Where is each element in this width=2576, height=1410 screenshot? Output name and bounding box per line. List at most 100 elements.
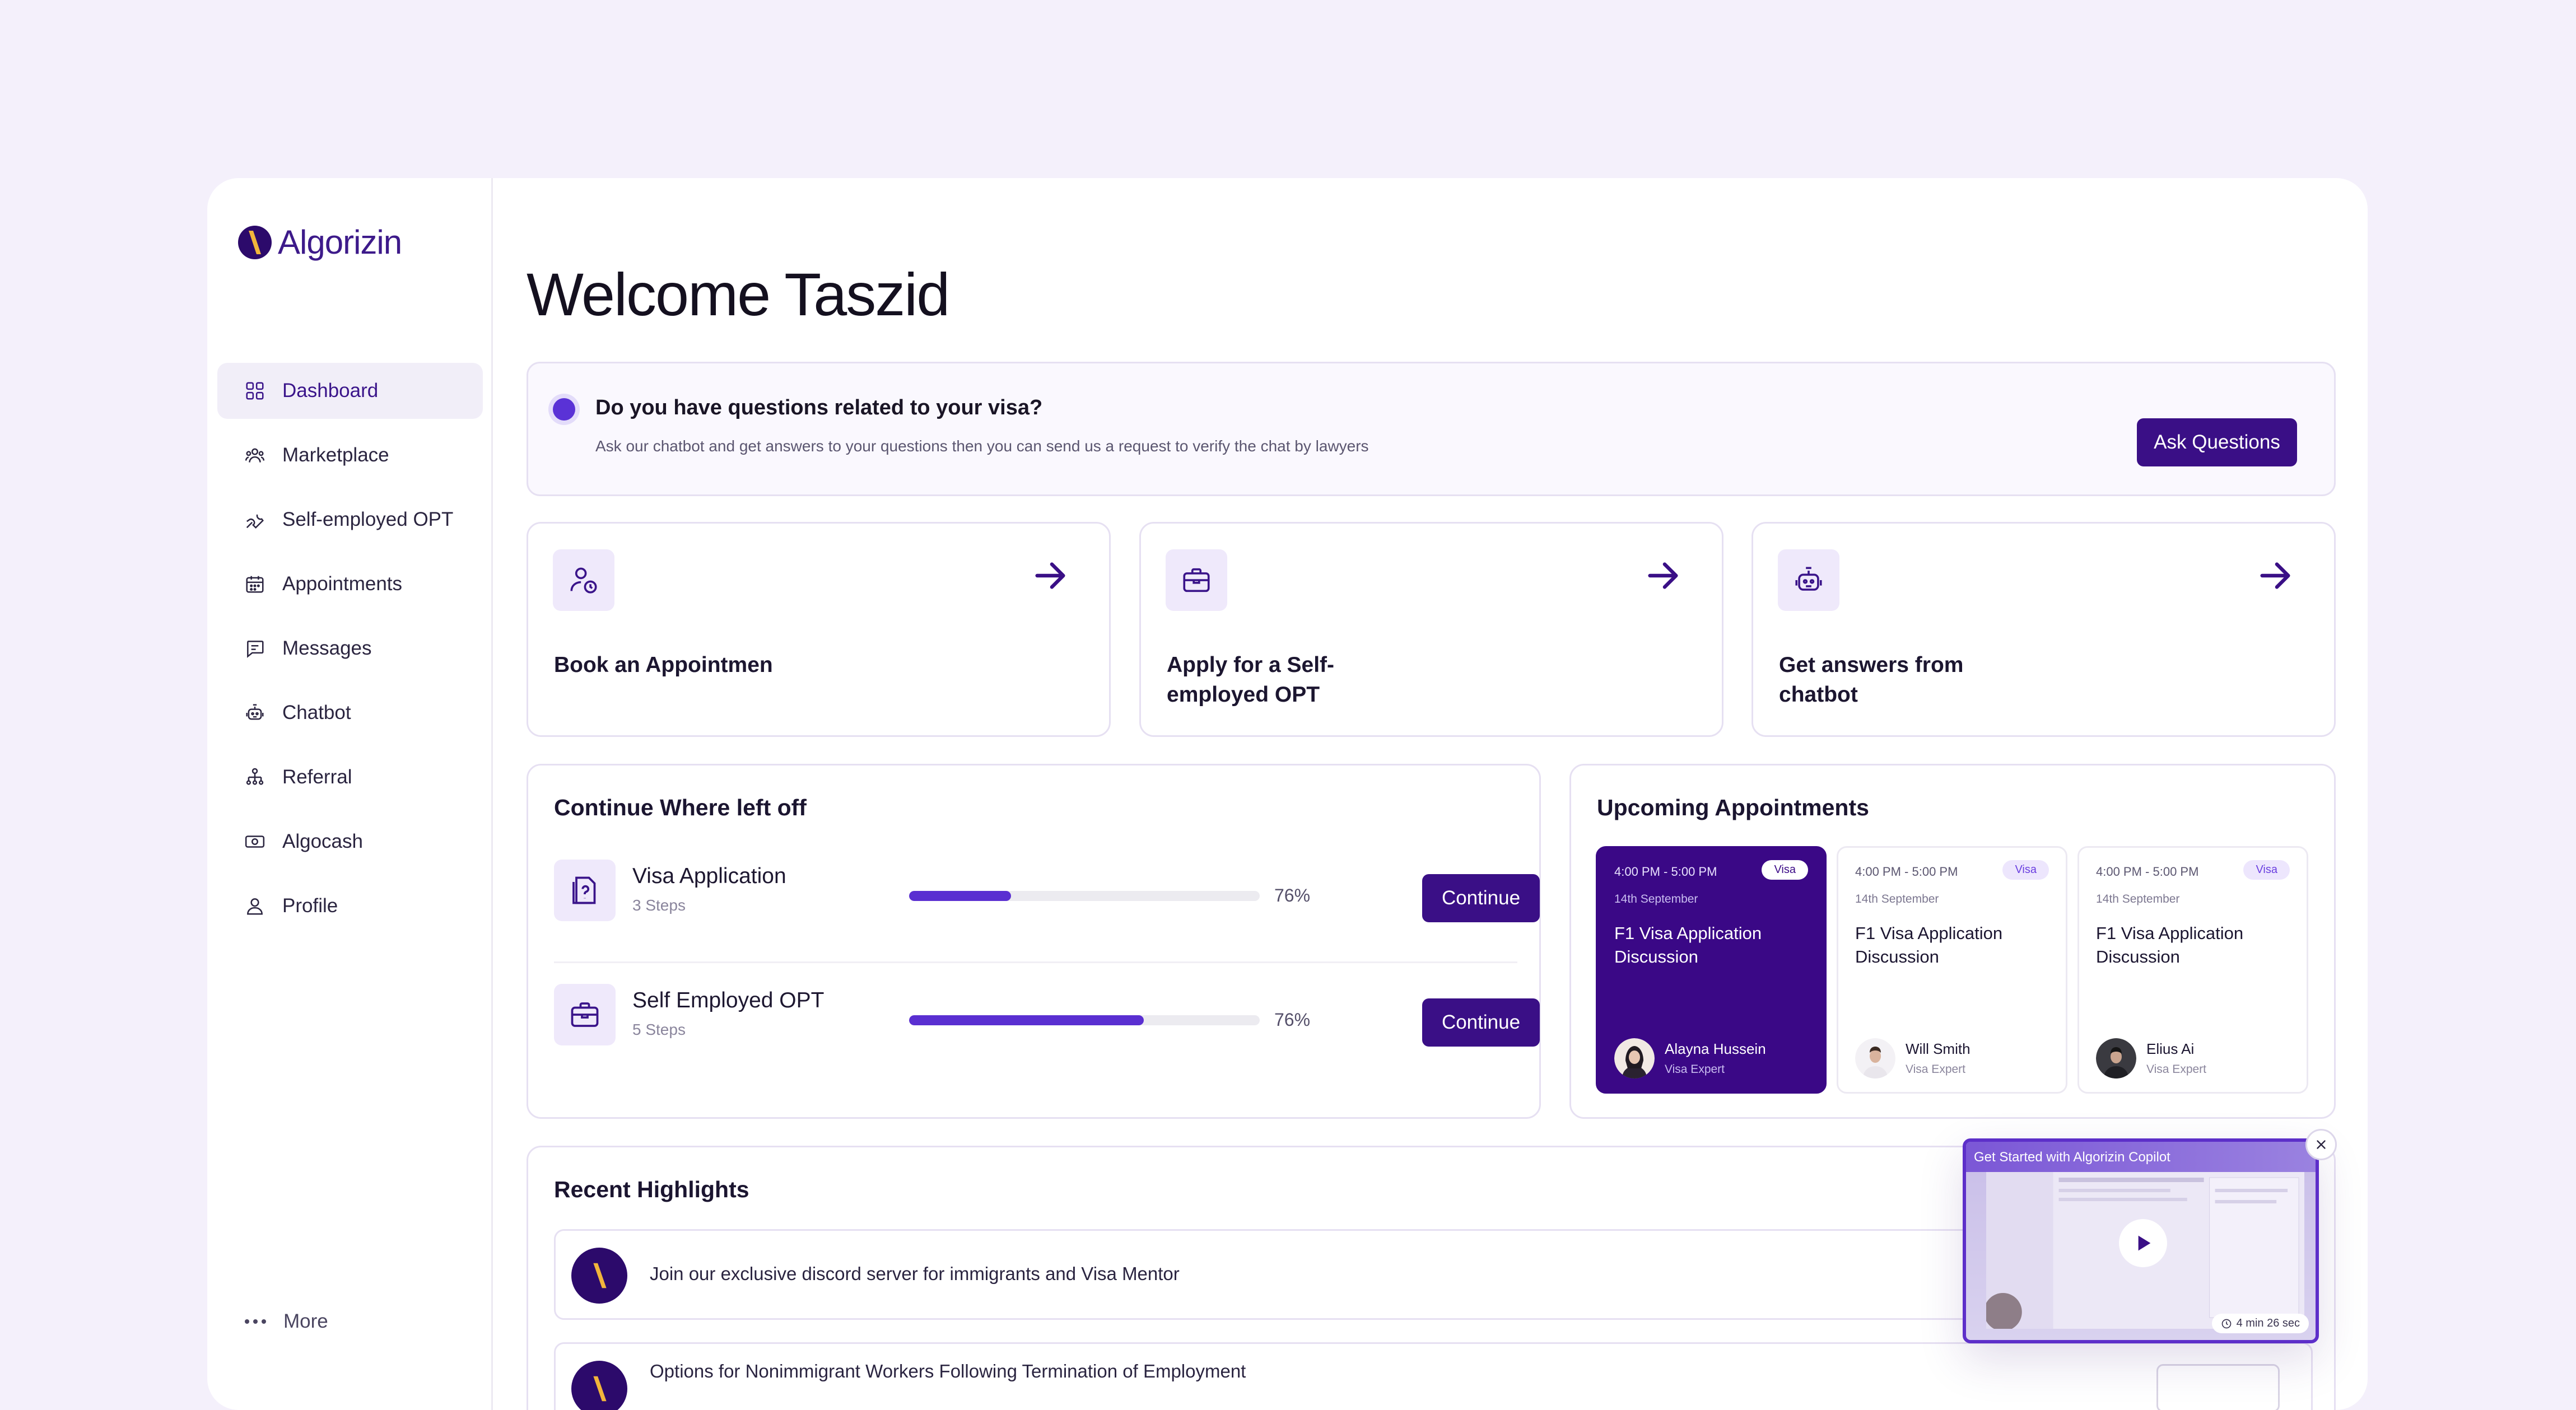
sidebar-item-label: Messages (282, 637, 372, 659)
appointment-badge: Visa (2002, 860, 2049, 880)
progress-steps: 3 Steps (632, 897, 686, 914)
appointment-time: 4:00 PM - 5:00 PM (1614, 865, 1717, 879)
algorizin-logo-icon (571, 1248, 627, 1304)
sidebar-item-label: Appointments (282, 573, 403, 595)
continue-title: Continue Where left off (554, 795, 807, 820)
play-button[interactable] (2119, 1219, 2167, 1267)
sidebar-item-label: Marketplace (282, 444, 389, 466)
message-icon (244, 638, 265, 659)
arrow-right-icon[interactable] (1031, 556, 1070, 595)
sidebar-nav: Dashboard Marketplace Self-employed OPT … (217, 363, 483, 942)
arrow-right-icon[interactable] (2256, 556, 2295, 595)
sidebar: Algorizin Dashboard Marketplace Self-emp… (207, 178, 493, 1410)
continue-card: Continue Where left off Visa Application… (527, 764, 1541, 1119)
divider (554, 961, 1517, 963)
wrench-icon (244, 509, 265, 530)
visa-question-card: Do you have questions related to your vi… (527, 362, 2336, 496)
algorizin-logo-icon (571, 1361, 627, 1410)
briefcase-icon (554, 984, 616, 1045)
appointments-card: Upcoming Appointments 4:00 PM - 5:00 PM … (1569, 764, 2336, 1119)
progress-row-visa-application: Visa Application 3 Steps 76% Continue (554, 853, 1540, 926)
sidebar-item-label: Referral (282, 766, 352, 788)
progress-percent: 76% (1274, 1010, 1311, 1030)
page-title: Welcome Taszid (527, 260, 950, 328)
appointment-title: F1 Visa Application Discussion (1614, 923, 1762, 967)
highlight-item[interactable]: Options for Nonimmigrant Workers Followi… (554, 1342, 2313, 1410)
robot-icon (1778, 549, 1839, 611)
appointment-date: 14th September (2096, 893, 2180, 905)
progress-row-self-employed-opt: Self Employed OPT 5 Steps 76% Continue (554, 977, 1540, 1050)
sidebar-item-referral[interactable]: Referral (217, 749, 483, 805)
sidebar-item-marketplace[interactable]: Marketplace (217, 427, 483, 483)
highlights-title: Recent Highlights (554, 1176, 749, 1202)
expert-name: Will Smith (1906, 1040, 1971, 1057)
appointment-time: 4:00 PM - 5:00 PM (2096, 865, 2199, 879)
user-icon (244, 895, 265, 917)
grid-icon (244, 380, 265, 401)
robot-icon (244, 702, 265, 723)
expert-name: Elius Ai (2146, 1040, 2195, 1057)
video-title: Get Started with Algorizin Copilot (1974, 1150, 2170, 1165)
appointments-title: Upcoming Appointments (1597, 795, 1869, 820)
question-subtitle: Ask our chatbot and get answers to your … (595, 437, 1369, 455)
close-video-button[interactable] (2305, 1129, 2337, 1160)
appointment-card[interactable]: 4:00 PM - 5:00 PM Visa 14th September F1… (1596, 846, 1827, 1094)
progress-name: Self Employed OPT (632, 988, 824, 1012)
more-label: More (283, 1310, 328, 1332)
action-label: Book an Appointmen (554, 653, 773, 677)
sidebar-item-profile[interactable]: Profile (217, 878, 483, 934)
progress-bar (909, 891, 1260, 901)
ellipsis-icon (245, 1319, 266, 1324)
cash-icon (244, 831, 265, 852)
radio-dot-icon (553, 398, 575, 421)
people-icon (244, 445, 265, 466)
document-icon (554, 860, 616, 921)
expert-name: Alayna Hussein (1665, 1040, 1766, 1057)
sidebar-item-label: Chatbot (282, 702, 351, 723)
sidebar-item-dashboard[interactable]: Dashboard (217, 363, 483, 419)
appointment-card[interactable]: 4:00 PM - 5:00 PM Visa 14th September F1… (1837, 846, 2067, 1094)
sidebar-item-self-employed-opt[interactable]: Self-employed OPT (217, 492, 483, 548)
progress-percent: 76% (1274, 885, 1311, 905)
appointment-title: F1 Visa Application Discussion (2096, 923, 2244, 967)
sidebar-item-algocash[interactable]: Algocash (217, 814, 483, 870)
expert-role: Visa Expert (2146, 1063, 2206, 1076)
highlight-action-button[interactable] (2156, 1364, 2280, 1410)
apply-opt-card[interactable]: Apply for a Self-employed OPT (1139, 522, 1723, 737)
sidebar-item-messages[interactable]: Messages (217, 620, 483, 676)
ask-questions-button[interactable]: Ask Questions (2137, 418, 2297, 466)
appointment-card[interactable]: 4:00 PM - 5:00 PM Visa 14th September F1… (2077, 846, 2308, 1094)
play-icon (2138, 1235, 2151, 1251)
progress-bar-fill (909, 1015, 1144, 1025)
logo[interactable]: Algorizin (237, 223, 402, 262)
logo-text: Algorizin (278, 223, 402, 261)
sidebar-item-appointments[interactable]: Appointments (217, 556, 483, 612)
video-header: Get Started with Algorizin Copilot (1966, 1142, 2316, 1172)
progress-name: Visa Application (632, 864, 786, 888)
book-appointment-card[interactable]: Book an Appointmen (527, 522, 1111, 737)
appointment-badge: Visa (2243, 860, 2290, 880)
algorizin-logo-icon (238, 225, 272, 259)
clock-icon (2221, 1319, 2231, 1328)
action-label: Apply for a Self-employed OPT (1167, 653, 1335, 707)
action-label: Get answers from chatbot (1779, 653, 1964, 707)
more-button[interactable]: More (244, 1310, 328, 1333)
sidebar-item-label: Profile (282, 895, 338, 917)
appointment-time: 4:00 PM - 5:00 PM (1855, 865, 1958, 879)
close-icon (2317, 1140, 2326, 1149)
referral-icon (244, 767, 265, 788)
avatar (2096, 1038, 2136, 1078)
video-popup[interactable]: Get Started with Algorizin Copilot 4 min… (1963, 1138, 2319, 1343)
briefcase-icon (1166, 549, 1227, 611)
continue-button[interactable]: Continue (1422, 998, 1540, 1047)
progress-bar-fill (909, 891, 1011, 901)
continue-button[interactable]: Continue (1422, 874, 1540, 922)
appointment-date: 14th September (1614, 893, 1698, 905)
sidebar-item-chatbot[interactable]: Chatbot (217, 685, 483, 741)
appointment-title: F1 Visa Application Discussion (1855, 923, 2003, 967)
sidebar-item-label: Dashboard (282, 380, 379, 401)
arrow-right-icon[interactable] (1643, 556, 1683, 595)
chatbot-answers-card[interactable]: Get answers from chatbot (1752, 522, 2336, 737)
question-title: Do you have questions related to your vi… (595, 396, 1043, 419)
avatar (1614, 1038, 1655, 1078)
